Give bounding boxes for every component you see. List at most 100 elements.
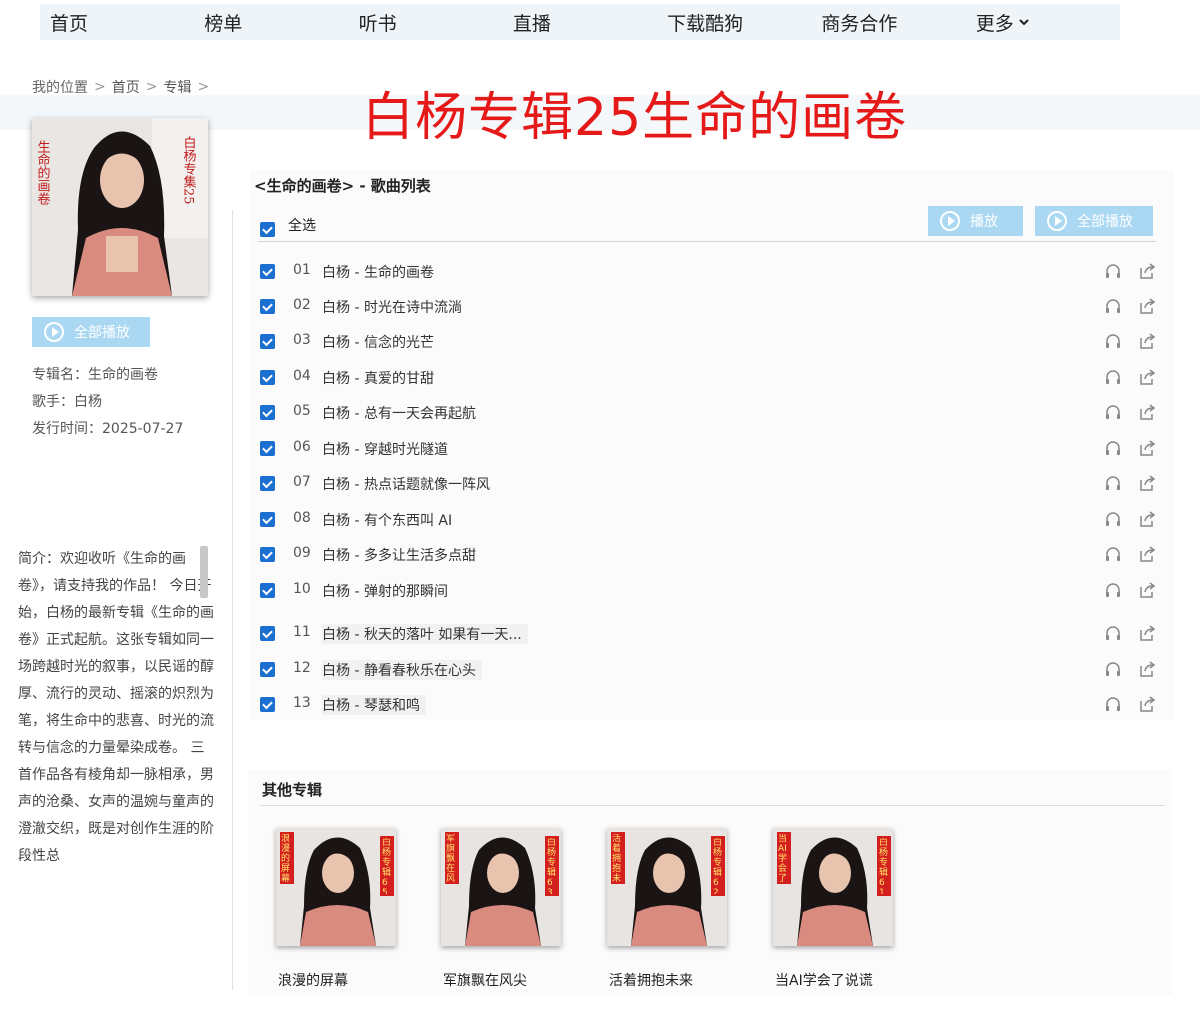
song-title[interactable]: 白杨 - 弹射的那瞬间 bbox=[322, 581, 448, 601]
song-title[interactable]: 白杨 - 时光在诗中流淌 bbox=[322, 297, 462, 317]
headphones-icon[interactable] bbox=[1104, 660, 1122, 678]
song-actions bbox=[1104, 297, 1156, 315]
headphones-icon[interactable] bbox=[1104, 403, 1122, 421]
other-album-title[interactable]: 浪漫的屏幕 bbox=[278, 970, 348, 990]
headphones-icon[interactable] bbox=[1104, 332, 1122, 350]
share-icon[interactable] bbox=[1138, 545, 1156, 563]
share-icon[interactable] bbox=[1138, 695, 1156, 713]
song-actions bbox=[1104, 368, 1156, 386]
other-album-tag-text: 白杨专辑63 bbox=[547, 838, 557, 894]
song-row[interactable]: 09 白杨 - 多多让生活多点甜 bbox=[258, 541, 1156, 571]
nav-more[interactable]: 更多 bbox=[966, 9, 1120, 36]
song-title[interactable]: 白杨 - 总有一天会再起航 bbox=[322, 403, 476, 423]
song-row[interactable]: 11 白杨 - 秋天的落叶 如果有一天... bbox=[258, 620, 1156, 650]
other-album-cover[interactable]: 活着拥抱未来 白杨专辑62 bbox=[607, 828, 727, 946]
song-row[interactable]: 06 白杨 - 穿越时光隧道 bbox=[258, 435, 1156, 465]
nav-charts[interactable]: 榜单 bbox=[194, 9, 348, 36]
vertical-divider bbox=[232, 210, 233, 990]
play-icon bbox=[1047, 211, 1067, 231]
play-all-button-sidebar[interactable]: 全部播放 bbox=[32, 317, 150, 347]
song-checkbox[interactable] bbox=[260, 299, 275, 314]
share-icon[interactable] bbox=[1138, 439, 1156, 457]
headphones-icon[interactable] bbox=[1104, 262, 1122, 280]
nav-business[interactable]: 商务合作 bbox=[811, 9, 965, 36]
song-checkbox[interactable] bbox=[260, 697, 275, 712]
headphones-icon[interactable] bbox=[1104, 581, 1122, 599]
song-number: 04 bbox=[293, 368, 311, 384]
song-checkbox[interactable] bbox=[260, 583, 275, 598]
share-icon[interactable] bbox=[1138, 581, 1156, 599]
headphones-icon[interactable] bbox=[1104, 545, 1122, 563]
other-album-tag-text: 白杨专辑61 bbox=[879, 838, 889, 894]
song-checkbox[interactable] bbox=[260, 662, 275, 677]
song-checkbox[interactable] bbox=[260, 512, 275, 527]
song-checkbox[interactable] bbox=[260, 476, 275, 491]
select-all-checkbox[interactable] bbox=[260, 222, 275, 237]
song-checkbox[interactable] bbox=[260, 441, 275, 456]
song-row[interactable]: 07 白杨 - 热点话题就像一阵风 bbox=[258, 470, 1156, 500]
song-title[interactable]: 白杨 - 静看春秋乐在心头 bbox=[322, 660, 482, 680]
song-row[interactable]: 13 白杨 - 琴瑟和鸣 bbox=[258, 691, 1156, 721]
share-icon[interactable] bbox=[1138, 332, 1156, 350]
song-row[interactable]: 03 白杨 - 信念的光芒 bbox=[258, 328, 1156, 358]
other-album-side-text: 浪漫的屏幕 bbox=[281, 834, 291, 882]
share-icon[interactable] bbox=[1138, 403, 1156, 421]
share-icon[interactable] bbox=[1138, 474, 1156, 492]
song-row[interactable]: 01 白杨 - 生命的画卷 bbox=[258, 258, 1156, 288]
chevron-down-icon bbox=[1018, 19, 1029, 26]
other-album-cover[interactable]: 当AI学会了说谎 白杨专辑61 bbox=[773, 828, 893, 946]
song-row[interactable]: 10 白杨 - 弹射的那瞬间 bbox=[258, 577, 1156, 607]
share-icon[interactable] bbox=[1138, 368, 1156, 386]
song-checkbox[interactable] bbox=[260, 626, 275, 641]
song-title[interactable]: 白杨 - 有个东西叫 AI bbox=[322, 510, 452, 530]
headphones-icon[interactable] bbox=[1104, 624, 1122, 642]
share-icon[interactable] bbox=[1138, 660, 1156, 678]
song-checkbox[interactable] bbox=[260, 370, 275, 385]
headphones-icon[interactable] bbox=[1104, 510, 1122, 528]
song-title[interactable]: 白杨 - 琴瑟和鸣 bbox=[322, 695, 426, 715]
other-album-title[interactable]: 活着拥抱未来 bbox=[609, 970, 693, 990]
other-album-title[interactable]: 军旗飘在风尖 bbox=[443, 970, 527, 990]
song-title[interactable]: 白杨 - 真爱的甘甜 bbox=[322, 368, 434, 388]
nav-audiobooks[interactable]: 听书 bbox=[349, 9, 503, 36]
song-title[interactable]: 白杨 - 生命的画卷 bbox=[322, 262, 434, 282]
song-row[interactable]: 08 白杨 - 有个东西叫 AI bbox=[258, 506, 1156, 536]
song-row[interactable]: 02 白杨 - 时光在诗中流淌 bbox=[258, 293, 1156, 323]
nav-download-label: 下载酷狗 bbox=[667, 12, 744, 35]
song-checkbox[interactable] bbox=[260, 547, 275, 562]
other-album-cover[interactable]: 浪漫的屏幕 白杨专辑65 bbox=[276, 828, 396, 946]
nav-download[interactable]: 下载酷狗 bbox=[657, 9, 811, 36]
play-button[interactable]: 播放 bbox=[928, 206, 1023, 236]
song-actions bbox=[1104, 439, 1156, 457]
share-icon[interactable] bbox=[1138, 624, 1156, 642]
nav-home[interactable]: 首页 bbox=[40, 9, 194, 36]
share-icon[interactable] bbox=[1138, 262, 1156, 280]
song-checkbox[interactable] bbox=[260, 334, 275, 349]
song-title[interactable]: 白杨 - 信念的光芒 bbox=[322, 332, 434, 352]
headphones-icon[interactable] bbox=[1104, 695, 1122, 713]
song-checkbox[interactable] bbox=[260, 264, 275, 279]
intro-scrollbar[interactable] bbox=[200, 546, 208, 598]
breadcrumb-separator: > bbox=[197, 79, 210, 95]
song-title[interactable]: 白杨 - 秋天的落叶 如果有一天... bbox=[322, 624, 528, 644]
headphones-icon[interactable] bbox=[1104, 474, 1122, 492]
song-row[interactable]: 04 白杨 - 真爱的甘甜 bbox=[258, 364, 1156, 394]
song-title[interactable]: 白杨 - 热点话题就像一阵风 bbox=[322, 474, 490, 494]
song-title[interactable]: 白杨 - 多多让生活多点甜 bbox=[322, 545, 476, 565]
song-row[interactable]: 05 白杨 - 总有一天会再起航 bbox=[258, 399, 1156, 429]
headphones-icon[interactable] bbox=[1104, 439, 1122, 457]
song-row[interactable]: 12 白杨 - 静看春秋乐在心头 bbox=[258, 656, 1156, 686]
nav-live[interactable]: 直播 bbox=[503, 9, 657, 36]
headphones-icon[interactable] bbox=[1104, 297, 1122, 315]
headphones-icon[interactable] bbox=[1104, 368, 1122, 386]
other-album-title[interactable]: 当AI学会了说谎 bbox=[775, 970, 873, 990]
other-album-cover[interactable]: 军旗飘在风尖 白杨专辑63 bbox=[441, 828, 561, 946]
play-all-button[interactable]: 全部播放 bbox=[1035, 206, 1153, 236]
release-date-label: 发行时间： bbox=[32, 421, 102, 437]
share-icon[interactable] bbox=[1138, 510, 1156, 528]
breadcrumb-album-link[interactable]: 专辑 bbox=[163, 77, 191, 97]
share-icon[interactable] bbox=[1138, 297, 1156, 315]
breadcrumb-home-link[interactable]: 首页 bbox=[112, 77, 140, 97]
song-checkbox[interactable] bbox=[260, 405, 275, 420]
song-title[interactable]: 白杨 - 穿越时光隧道 bbox=[322, 439, 448, 459]
